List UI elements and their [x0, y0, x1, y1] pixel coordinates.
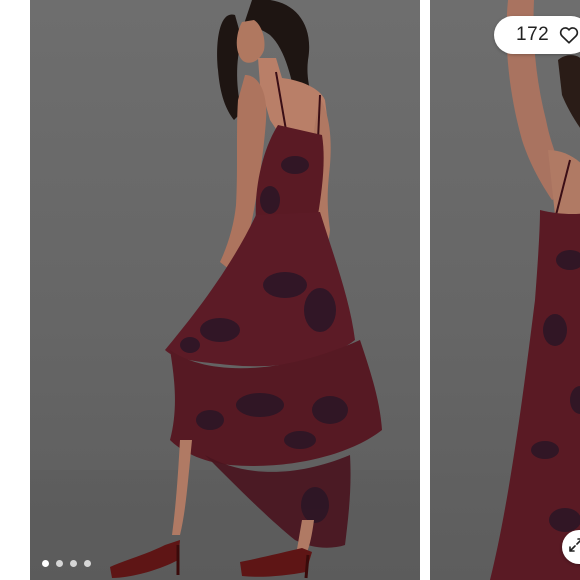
carousel-dot[interactable]	[56, 560, 63, 567]
like-button[interactable]: 172	[494, 16, 580, 54]
likes-count: 172	[516, 24, 550, 45]
photo-carousel[interactable]: 172	[0, 0, 580, 580]
carousel-dot[interactable]	[42, 560, 49, 567]
expand-arrows-icon	[569, 537, 580, 557]
dress-photo-illustration	[30, 0, 420, 580]
product-photo-2[interactable]	[430, 0, 580, 580]
carousel-dot[interactable]	[84, 560, 91, 567]
dress-photo-illustration-2	[490, 0, 580, 580]
heart-outline-icon	[559, 26, 579, 44]
product-photo-1[interactable]	[30, 0, 420, 580]
carousel-pagination	[42, 560, 91, 567]
carousel-dot[interactable]	[70, 560, 77, 567]
